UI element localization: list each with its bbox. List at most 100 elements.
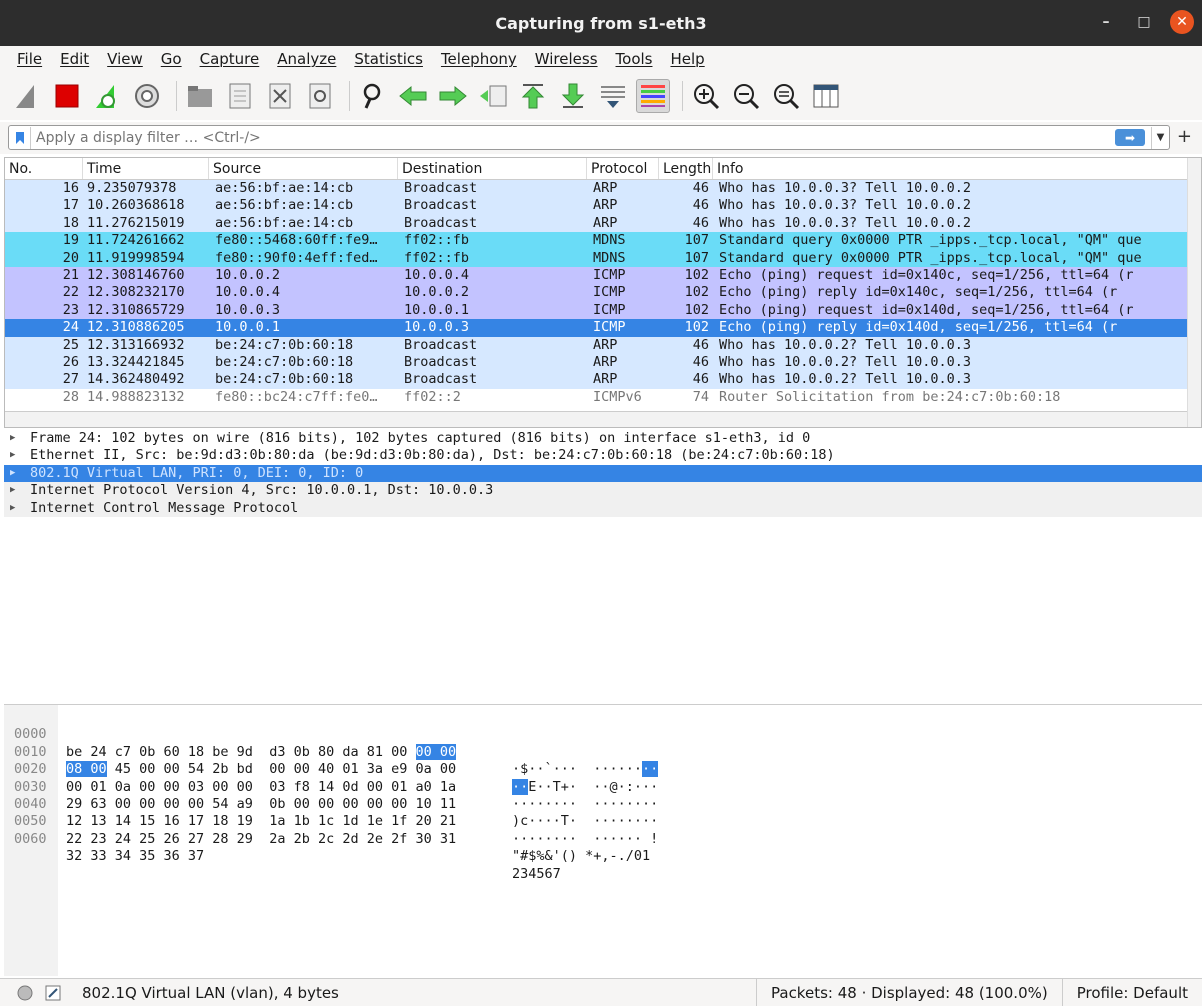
- bookmark-icon[interactable]: [9, 126, 31, 149]
- menu-edit[interactable]: Edit: [60, 50, 89, 68]
- col-header-source[interactable]: Source: [209, 158, 398, 179]
- restart-capture-icon[interactable]: [90, 79, 124, 113]
- col-header-time[interactable]: Time: [83, 158, 209, 179]
- packet-row[interactable]: 18 11.276215019 ae:56:bf:ae:14:cb Broadcast…: [5, 214, 1201, 233]
- packet-row[interactable]: 20 11.919998594 fe80::90f0:4eff:fed… ff02::…: [5, 249, 1201, 267]
- go-back-icon[interactable]: [396, 79, 430, 113]
- packet-row[interactable]: 22 12.308232170 10.0.0.4 10.0.0.2 ICMP 102 Ech…: [5, 284, 1201, 302]
- col-header-no[interactable]: No.: [5, 158, 83, 179]
- packet-cell-no: 20: [62, 249, 79, 266]
- find-packet-icon[interactable]: [356, 79, 390, 113]
- hex-row: 0030 29 63 00 00 00 00 54 a9 0b 00 00 00…: [14, 778, 659, 830]
- normal-size-icon[interactable]: [769, 79, 803, 113]
- filter-dropdown-icon[interactable]: ▼: [1151, 126, 1169, 149]
- expand-triangle-icon[interactable]: ▶: [10, 430, 30, 447]
- hex-bytes[interactable]: be 24 c7 0b 60 18 be 9d d3 0b 80 da 81 0…: [66, 743, 457, 761]
- packet-cell-len: 46: [692, 197, 709, 214]
- hex-ascii[interactable]: )c····T· ········: [512, 813, 658, 830]
- expand-triangle-icon[interactable]: ▶: [10, 465, 30, 482]
- hex-ascii[interactable]: ··E··T+· ··@·:···: [512, 778, 658, 796]
- menu-tools[interactable]: Tools: [616, 50, 653, 68]
- packet-list-vscrollbar[interactable]: [1187, 158, 1201, 427]
- packet-cell-no: 22: [62, 284, 79, 301]
- menu-telephony[interactable]: Telephony: [441, 50, 517, 68]
- packet-cell-dst: Broadcast: [404, 214, 478, 231]
- go-forward-icon[interactable]: [436, 79, 470, 113]
- apply-filter-arrow-icon[interactable]: ➡: [1115, 129, 1145, 146]
- packet-cell-time: 14.988823132: [87, 388, 185, 405]
- menu-file[interactable]: File: [17, 50, 42, 68]
- expand-triangle-icon[interactable]: ▶: [10, 447, 30, 464]
- add-filter-button-icon[interactable]: +: [1177, 126, 1192, 147]
- menu-statistics[interactable]: Statistics: [354, 50, 423, 68]
- packet-row[interactable]: 17 10.260368618 ae:56:bf:ae:14:cb Broadcast…: [5, 197, 1201, 215]
- packet-row[interactable]: 24 12.310886205 10.0.0.1 10.0.0.3 ICMP 102 Ech…: [5, 319, 1201, 337]
- colorize-icon[interactable]: [636, 79, 670, 113]
- close-icon[interactable]: ✕: [1170, 10, 1194, 34]
- hex-bytes[interactable]: 22 23 24 25 26 27 28 29 2a 2b 2c 2d 2e 2…: [66, 831, 456, 848]
- menu-capture[interactable]: Capture: [200, 50, 260, 68]
- packet-row[interactable]: 21 12.308146760 10.0.0.2 10.0.0.4 ICMP 102 Ech…: [5, 266, 1201, 285]
- minimize-icon[interactable]: –: [1094, 10, 1118, 34]
- capture-status-icon[interactable]: [16, 984, 34, 1002]
- detail-vlan[interactable]: ▶ 802.1Q Virtual LAN, PRI: 0, DEI: 0, ID:…: [4, 464, 1202, 483]
- menu-analyze[interactable]: Analyze: [277, 50, 336, 68]
- col-header-destination[interactable]: Destination: [398, 158, 587, 179]
- packet-row[interactable]: 23 12.310865729 10.0.0.3 10.0.0.1 ICMP 102 Ech…: [5, 301, 1201, 320]
- hex-ascii[interactable]: ········ ········: [512, 796, 658, 813]
- reload-file-icon[interactable]: [303, 79, 337, 113]
- hex-ascii[interactable]: 234567: [512, 866, 561, 883]
- hex-bytes[interactable]: 12 13 14 15 16 17 18 19 1a 1b 1c 1d 1e 1…: [66, 813, 456, 830]
- expand-triangle-icon[interactable]: ▶: [10, 500, 30, 517]
- packet-cell-info: Router Solicitation from be:24:c7:0b:60:…: [719, 388, 1061, 405]
- hex-ascii[interactable]: "#$%&'() *+,-./01: [512, 848, 650, 865]
- go-to-packet-icon[interactable]: [476, 79, 510, 113]
- menu-go[interactable]: Go: [161, 50, 182, 68]
- expand-triangle-icon[interactable]: ▶: [10, 482, 30, 499]
- packet-row[interactable]: 27 14.362480492 be:24:c7:0b:60:18 Broadcast…: [5, 371, 1201, 389]
- hex-bytes[interactable]: 00 01 0a 00 00 03 00 00 03 f8 14 0d 00 0…: [66, 779, 456, 796]
- open-file-icon[interactable]: [183, 79, 217, 113]
- packet-row[interactable]: 16 9.235079378 ae:56:bf:ae:14:cb Broadcast A…: [5, 180, 1201, 198]
- autoscroll-icon[interactable]: [596, 79, 630, 113]
- edit-comment-icon[interactable]: [44, 984, 62, 1002]
- detail-icmp[interactable]: ▶ Internet Control Message Protocol: [4, 499, 1202, 517]
- packet-row[interactable]: 28 14.988823132 fe80::bc24:c7ff:fe0… ff02::…: [5, 388, 1201, 407]
- packet-list-hscrollbar[interactable]: [5, 411, 1201, 427]
- packet-row[interactable]: 26 13.324421845 be:24:c7:0b:60:18 Broadcast…: [5, 353, 1201, 372]
- packet-row[interactable]: 19 11.724261662 fe80::5468:60ff:fe9… ff02::…: [5, 232, 1201, 250]
- detail-frame[interactable]: ▶ Frame 24: 102 bytes on wire (816 bits),…: [4, 430, 1202, 447]
- resize-columns-icon[interactable]: [809, 79, 843, 113]
- maximize-icon[interactable]: □: [1132, 10, 1156, 34]
- display-filter-bar: ➡ ▼ +: [0, 122, 1202, 154]
- shark-fin-start-icon[interactable]: [10, 79, 44, 113]
- col-header-length[interactable]: Length: [659, 158, 713, 179]
- menu-wireless[interactable]: Wireless: [535, 50, 598, 68]
- packet-cell-dst: 10.0.0.4: [404, 266, 470, 283]
- zoom-out-icon[interactable]: [729, 79, 763, 113]
- col-header-protocol[interactable]: Protocol: [587, 158, 659, 179]
- menu-help[interactable]: Help: [670, 50, 704, 68]
- detail-ipv4[interactable]: ▶ Internet Protocol Version 4, Src: 10.0.…: [4, 482, 1202, 500]
- packet-cell-no: 24: [62, 319, 79, 336]
- hex-bytes[interactable]: 29 63 00 00 00 00 54 a9 0b 00 00 00 00 0…: [66, 796, 456, 813]
- close-file-icon[interactable]: [263, 79, 297, 113]
- display-filter-box: ➡ ▼: [8, 125, 1170, 150]
- first-packet-icon[interactable]: [516, 79, 550, 113]
- hex-row: 0040 12 13 14 15 16 17 18 19 1a 1b 1c 1d…: [14, 796, 659, 847]
- hex-bytes[interactable]: 32 33 34 35 36 37: [66, 848, 204, 865]
- hex-bytes[interactable]: 08 00 45 00 00 54 2b bd 00 00 40 01 3a e…: [66, 761, 456, 778]
- packet-row[interactable]: 25 12.313166932 be:24:c7:0b:60:18 Broadcast…: [5, 336, 1201, 354]
- stop-capture-icon[interactable]: [50, 79, 84, 113]
- zoom-in-icon[interactable]: [689, 79, 723, 113]
- hex-ascii[interactable]: ·$··`··· ········: [512, 761, 659, 778]
- save-file-icon[interactable]: [223, 79, 257, 113]
- status-profile[interactable]: Profile: Default: [1061, 979, 1202, 1006]
- last-packet-icon[interactable]: [556, 79, 590, 113]
- detail-ethernet[interactable]: ▶ Ethernet II, Src: be:9d:d3:0b:80:da (be…: [4, 447, 1202, 464]
- col-header-info[interactable]: Info: [713, 158, 1201, 179]
- menu-view[interactable]: View: [107, 50, 143, 68]
- display-filter-input[interactable]: [31, 129, 1115, 146]
- hex-ascii[interactable]: ········ ······ !: [512, 831, 658, 848]
- capture-options-icon[interactable]: [130, 79, 164, 113]
